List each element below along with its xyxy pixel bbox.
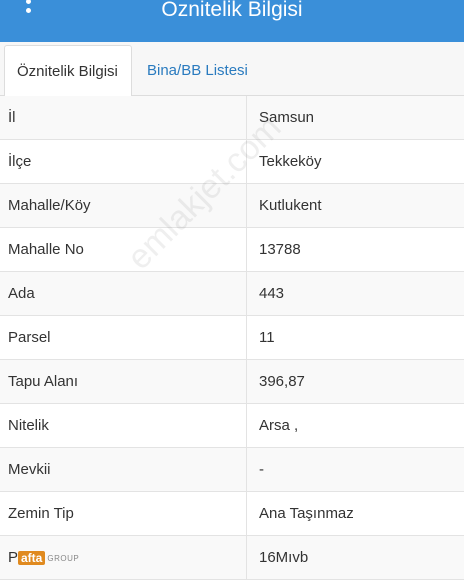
row-label: Mahalle No: [0, 228, 247, 272]
table-row: Ada 443: [0, 272, 464, 316]
tab-oznitelik-bilgisi[interactable]: Öznitelik Bilgisi: [4, 45, 132, 97]
row-label: Ada: [0, 272, 247, 316]
row-label: İlçe: [0, 140, 247, 184]
row-value: Samsun: [259, 109, 315, 126]
row-label: Pafta: [0, 536, 247, 580]
row-value: 443: [259, 285, 285, 302]
app-header: Öznitelik Bilgisi: [0, 0, 464, 42]
row-label: Mahalle/Köy: [0, 184, 247, 228]
row-value: Tekkeköy: [259, 153, 322, 170]
table-row: İl Samsun: [0, 96, 464, 140]
row-label: İl: [0, 96, 247, 140]
tab-bina-bb-listesi[interactable]: Bina/BB Listesi: [135, 45, 260, 97]
tab-bar: Öznitelik Bilgisi Bina/BB Listesi: [0, 42, 464, 97]
row-value: -: [259, 461, 264, 478]
page-title: Öznitelik Bilgisi: [161, 0, 303, 21]
row-value: Arsa ,: [259, 417, 299, 434]
attribute-table: İl Samsun İlçe Tekkeköy Mahalle/Köy Kutl…: [0, 96, 464, 580]
table-row: Mahalle/Köy Kutlukent: [0, 184, 464, 228]
table-row: Nitelik Arsa ,: [0, 404, 464, 448]
row-label: Parsel: [0, 316, 247, 360]
row-label: Mevkii: [0, 448, 247, 492]
row-value: 396,87: [259, 373, 305, 390]
table-row: Parsel 11: [0, 316, 464, 360]
table-row: Zemin Tip Ana Taşınmaz: [0, 492, 464, 536]
table-row: Pafta 16Mıvb: [0, 536, 464, 580]
table-row: Mevkii -: [0, 448, 464, 492]
row-label: Nitelik: [0, 404, 247, 448]
row-value: 13788: [259, 241, 301, 258]
row-label: Zemin Tip: [0, 492, 247, 536]
row-value: 16Mıvb: [259, 549, 309, 566]
table-row: Tapu Alanı 396,87: [0, 360, 464, 404]
row-label: Tapu Alanı: [0, 360, 247, 404]
row-value: 11: [259, 329, 275, 346]
row-value: Kutlukent: [259, 197, 322, 214]
row-value: Ana Taşınmaz: [259, 505, 354, 522]
table-row: Mahalle No 13788: [0, 228, 464, 272]
table-row: İlçe Tekkeköy: [0, 140, 464, 184]
